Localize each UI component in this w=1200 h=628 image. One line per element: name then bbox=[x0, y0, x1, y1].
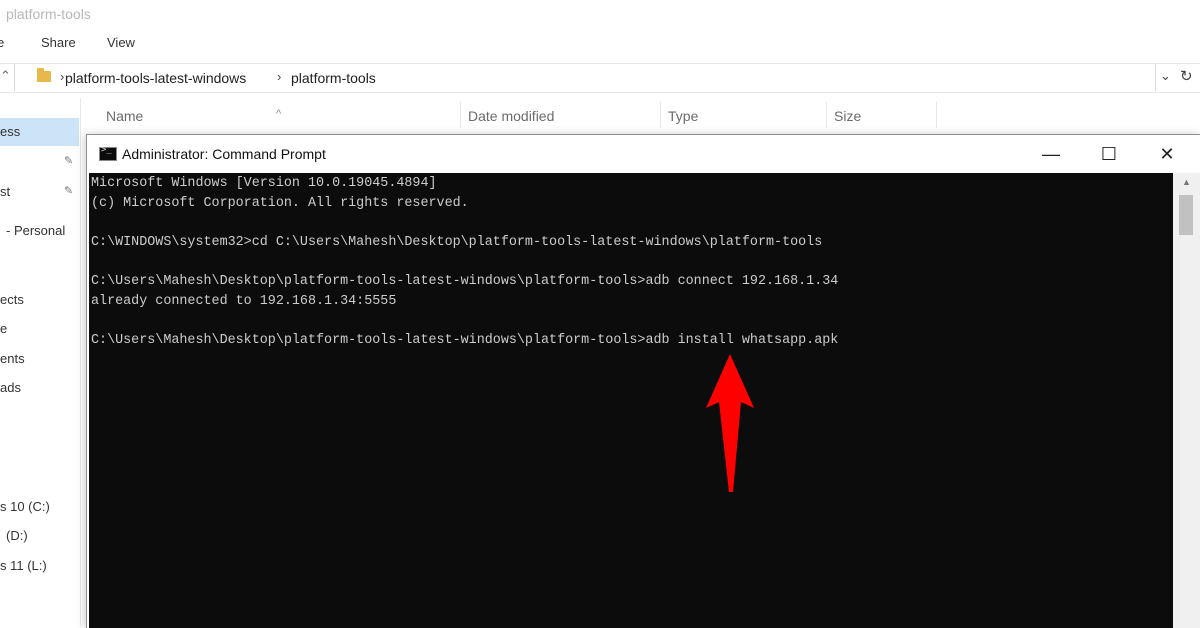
ribbon-tab-home[interactable]: e bbox=[0, 35, 4, 50]
address-input[interactable]: › platform-tools-latest-windows › platfo… bbox=[14, 64, 1156, 91]
nav-item-documents[interactable]: ents bbox=[0, 351, 25, 366]
console-lines: Microsoft Windows [Version 10.0.19045.48… bbox=[91, 174, 838, 350]
column-divider[interactable] bbox=[936, 102, 937, 128]
command-prompt-window[interactable]: Administrator: Command Prompt — ☐ ✕ Micr… bbox=[86, 134, 1200, 628]
console-line: Microsoft Windows [Version 10.0.19045.48… bbox=[91, 176, 437, 191]
nav-item-downloads[interactable]: st bbox=[0, 184, 10, 199]
breadcrumb-platform-tools-latest-windows[interactable]: platform-tools-latest-windows bbox=[65, 70, 246, 86]
sort-caret-icon: ^ bbox=[276, 108, 282, 120]
explorer-ribbon: e Share View bbox=[0, 30, 1200, 56]
column-divider[interactable] bbox=[660, 102, 661, 128]
refresh-icon[interactable]: ↻ bbox=[1180, 67, 1193, 85]
file-list-header: ^ Name Date modified Type Size bbox=[90, 98, 1200, 134]
console-line: C:\Users\Mahesh\Desktop\platform-tools-l… bbox=[91, 332, 839, 348]
scroll-thumb[interactable] bbox=[1179, 195, 1193, 235]
column-type[interactable]: Type bbox=[668, 108, 698, 124]
up-arrow-icon[interactable]: ⌃ bbox=[0, 68, 11, 84]
close-button[interactable]: ✕ bbox=[1138, 135, 1196, 173]
breadcrumb-platform-tools[interactable]: platform-tools bbox=[291, 70, 376, 86]
red-arrow-icon bbox=[706, 354, 754, 492]
nav-item-drive-c[interactable]: s 10 (C:) bbox=[0, 499, 50, 514]
console-line: (c) Microsoft Corporation. All rights re… bbox=[91, 195, 469, 211]
chevron-right-icon[interactable]: › bbox=[60, 69, 64, 84]
scroll-up-icon[interactable]: ▲ bbox=[1182, 177, 1191, 187]
console-line: C:\Users\Mahesh\Desktop\platform-tools-l… bbox=[91, 273, 839, 289]
minimize-button[interactable]: — bbox=[1022, 135, 1080, 173]
chevron-down-icon[interactable]: ⌄ bbox=[1160, 68, 1171, 84]
cmd-title: Administrator: Command Prompt bbox=[122, 146, 326, 162]
command-prompt-icon bbox=[99, 145, 117, 161]
nav-item-onedrive-personal[interactable]: - Personal bbox=[6, 223, 65, 238]
pin-icon: ✎ bbox=[64, 155, 74, 167]
nav-item-quick-access[interactable]: ess bbox=[0, 124, 20, 139]
scrollbar[interactable]: ▲ bbox=[1173, 173, 1200, 628]
explorer-titlebar: platform-tools bbox=[0, 0, 1200, 30]
column-name[interactable]: Name bbox=[106, 108, 143, 124]
ribbon-tab-share[interactable]: Share bbox=[41, 35, 76, 50]
maximize-button[interactable]: ☐ bbox=[1080, 135, 1138, 173]
nav-item-desktop-2[interactable]: e bbox=[0, 321, 7, 336]
column-date-modified[interactable]: Date modified bbox=[468, 108, 554, 124]
nav-item-3d-objects[interactable]: ects bbox=[0, 292, 24, 307]
console-line: already connected to 192.168.1.34:5555 bbox=[91, 293, 397, 309]
column-divider[interactable] bbox=[826, 102, 827, 128]
pin-icon: ✎ bbox=[64, 185, 74, 197]
folder-icon bbox=[37, 68, 51, 82]
console-line: C:\WINDOWS\system32>cd C:\Users\Mahesh\D… bbox=[91, 234, 823, 250]
nav-item-drive-d[interactable]: (D:) bbox=[6, 528, 28, 543]
chevron-right-icon[interactable]: › bbox=[277, 69, 281, 84]
navigation-pane: ess ✎ st ✎ - Personal ects e ents ads s … bbox=[0, 98, 81, 627]
explorer-title: platform-tools bbox=[6, 6, 91, 22]
ribbon-tab-view[interactable]: View bbox=[107, 35, 135, 50]
console-output[interactable]: Microsoft Windows [Version 10.0.19045.48… bbox=[89, 173, 1173, 628]
column-divider[interactable] bbox=[460, 102, 461, 128]
column-size[interactable]: Size bbox=[834, 108, 861, 124]
cmd-titlebar[interactable]: Administrator: Command Prompt — ☐ ✕ bbox=[87, 135, 1200, 173]
address-bar[interactable]: ⌃ › platform-tools-latest-windows › plat… bbox=[0, 63, 1200, 93]
nav-item-downloads-2[interactable]: ads bbox=[0, 380, 21, 395]
nav-item-drive-l[interactable]: s 11 (L:) bbox=[0, 558, 47, 573]
